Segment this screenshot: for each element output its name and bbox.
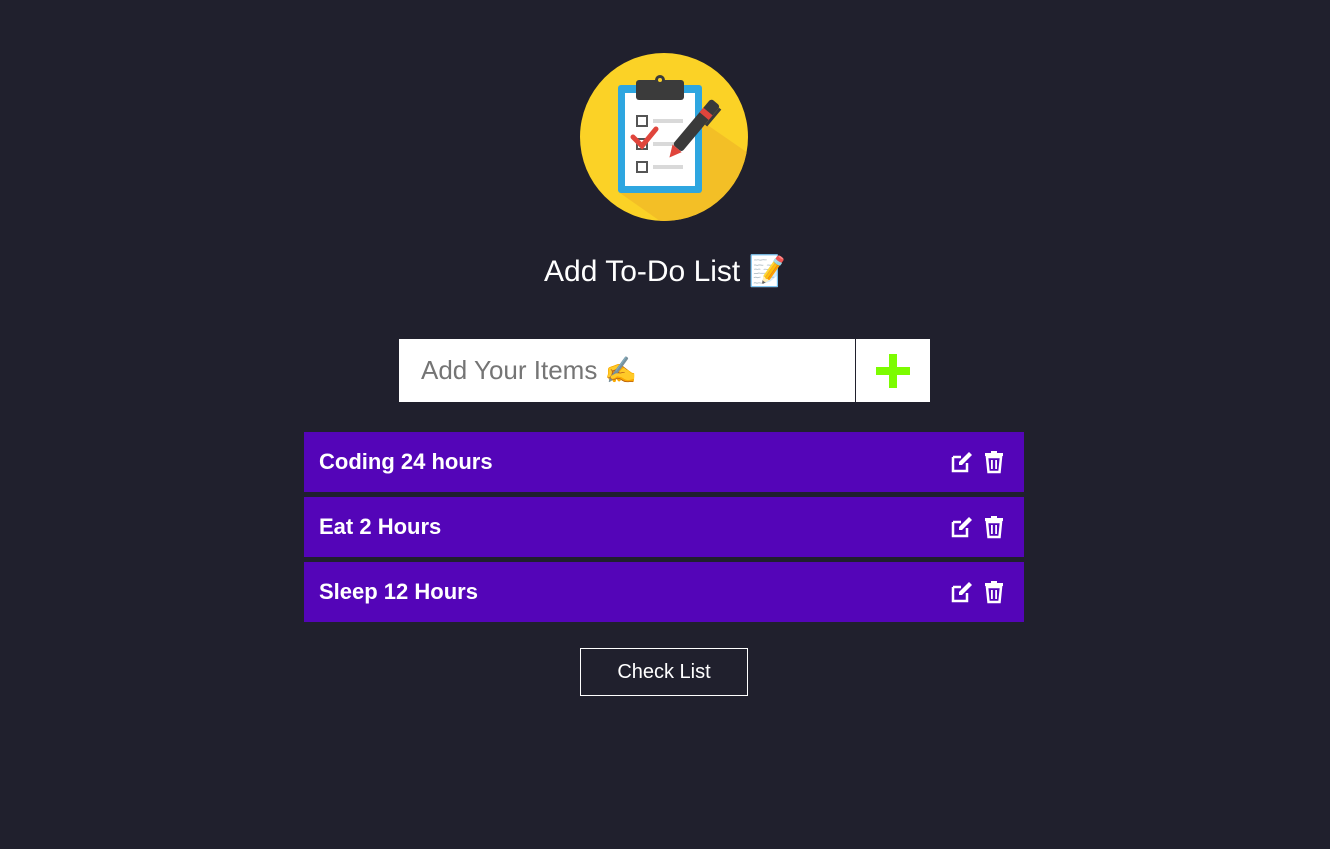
edit-icon[interactable] <box>950 450 974 474</box>
todo-item: Sleep 12 Hours <box>304 562 1024 622</box>
add-item-form <box>399 339 930 402</box>
page-title: Add To-Do List 📝 <box>544 255 786 288</box>
trash-icon[interactable] <box>982 450 1006 474</box>
add-item-input[interactable] <box>399 339 856 402</box>
check-list-button[interactable]: Check List <box>580 648 748 696</box>
plus-icon <box>876 353 910 388</box>
trash-icon[interactable] <box>982 580 1006 604</box>
logo-clipboard-icon <box>580 53 748 221</box>
add-item-button[interactable] <box>856 339 930 402</box>
edit-icon[interactable] <box>950 580 974 604</box>
todo-item-label: Eat 2 Hours <box>319 514 442 539</box>
todo-item: Coding 24 hours <box>304 432 1024 492</box>
todo-item-label: Coding 24 hours <box>319 449 493 474</box>
edit-icon[interactable] <box>950 515 974 539</box>
trash-icon[interactable] <box>982 515 1006 539</box>
todo-item: Eat 2 Hours <box>304 497 1024 557</box>
todo-list: Coding 24 hours Eat 2 Hours Sleep 12 Hou… <box>304 432 1024 627</box>
todo-item-label: Sleep 12 Hours <box>319 579 478 604</box>
